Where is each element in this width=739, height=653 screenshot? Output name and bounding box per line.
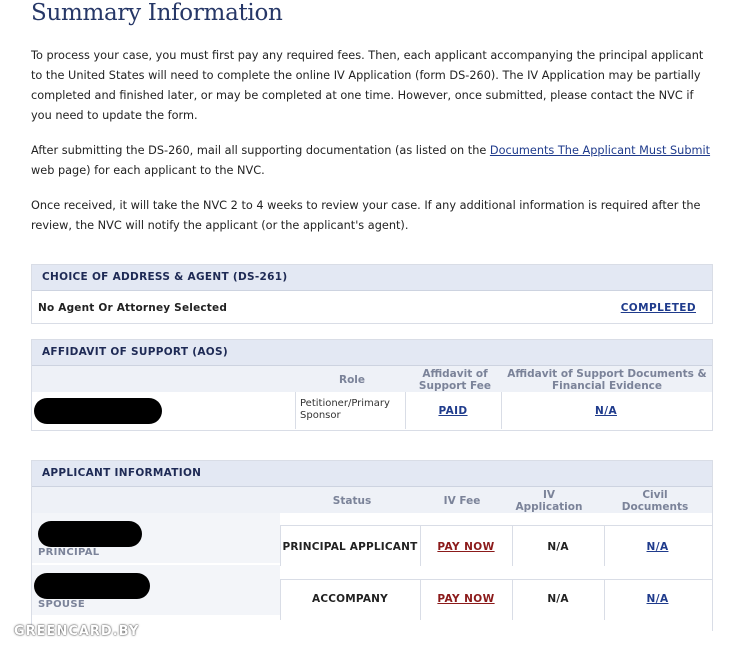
documents-text-after: web page) for each applicant to the NVC. bbox=[31, 164, 265, 177]
review-paragraph: Once received, it will take the NVC 2 to… bbox=[31, 199, 701, 232]
applicant-panel-header: APPLICANT INFORMATION bbox=[32, 461, 712, 487]
agent-status-label: No Agent Or Attorney Selected bbox=[38, 302, 228, 314]
agent-panel-header: CHOICE OF ADDRESS & AGENT (DS-261) bbox=[32, 265, 712, 291]
redacted-principal-name bbox=[38, 521, 142, 547]
spouse-type-label: SPOUSE bbox=[38, 599, 85, 610]
documents-link[interactable]: Documents The Applicant Must Submit bbox=[490, 144, 710, 157]
spouse-ivapp-value: N/A bbox=[547, 593, 569, 605]
principal-status-value: PRINCIPAL APPLICANT bbox=[282, 541, 418, 553]
agent-panel: CHOICE OF ADDRESS & AGENT (DS-261) No Ag… bbox=[31, 264, 713, 324]
applicant-panel: APPLICANT INFORMATION Status IV Fee IV A… bbox=[31, 460, 713, 631]
applicant-col-civil: Civil Documents bbox=[621, 489, 689, 513]
principal-civil-link[interactable]: N/A bbox=[604, 541, 711, 553]
principal-pay-now-link[interactable]: PAY NOW bbox=[420, 541, 512, 553]
aos-panel: AFFIDAVIT OF SUPPORT (AOS) Role Affidavi… bbox=[31, 339, 713, 431]
agent-completed-link[interactable]: COMPLETED bbox=[621, 302, 696, 314]
principal-type-label: PRINCIPAL bbox=[38, 547, 100, 558]
redacted-spouse-name bbox=[34, 573, 150, 599]
spouse-status-value: ACCOMPANY bbox=[312, 593, 388, 605]
aos-fee-paid-link[interactable]: PAID bbox=[405, 405, 501, 417]
intro-paragraph: To process your case, you must first pay… bbox=[31, 49, 704, 122]
applicant-col-status: Status bbox=[332, 495, 372, 507]
aos-col-role: Role bbox=[338, 374, 366, 386]
applicant-col-ivfee: IV Fee bbox=[443, 495, 481, 507]
documents-text-before: After submitting the DS-260, mail all su… bbox=[31, 144, 490, 157]
spouse-pay-now-link[interactable]: PAY NOW bbox=[420, 593, 512, 605]
aos-docs-link[interactable]: N/A bbox=[501, 405, 711, 417]
watermark-logo: GREENCARD.BY bbox=[14, 624, 140, 639]
spouse-civil-link[interactable]: N/A bbox=[604, 593, 711, 605]
aos-col-fee: Affidavit of Support Fee bbox=[418, 368, 492, 392]
redacted-sponsor-name bbox=[34, 398, 162, 424]
documents-paragraph: After submitting the DS-260, mail all su… bbox=[31, 141, 711, 181]
aos-col-docs: Affidavit of Support Documents & Financi… bbox=[507, 368, 707, 392]
principal-ivapp-value: N/A bbox=[547, 541, 569, 553]
aos-panel-header: AFFIDAVIT OF SUPPORT (AOS) bbox=[32, 340, 712, 366]
page-title: Summary Information bbox=[31, 0, 283, 26]
applicant-col-ivapp: IV Application bbox=[515, 489, 583, 513]
aos-role-value: Petitioner/Primary Sponsor bbox=[300, 398, 390, 421]
